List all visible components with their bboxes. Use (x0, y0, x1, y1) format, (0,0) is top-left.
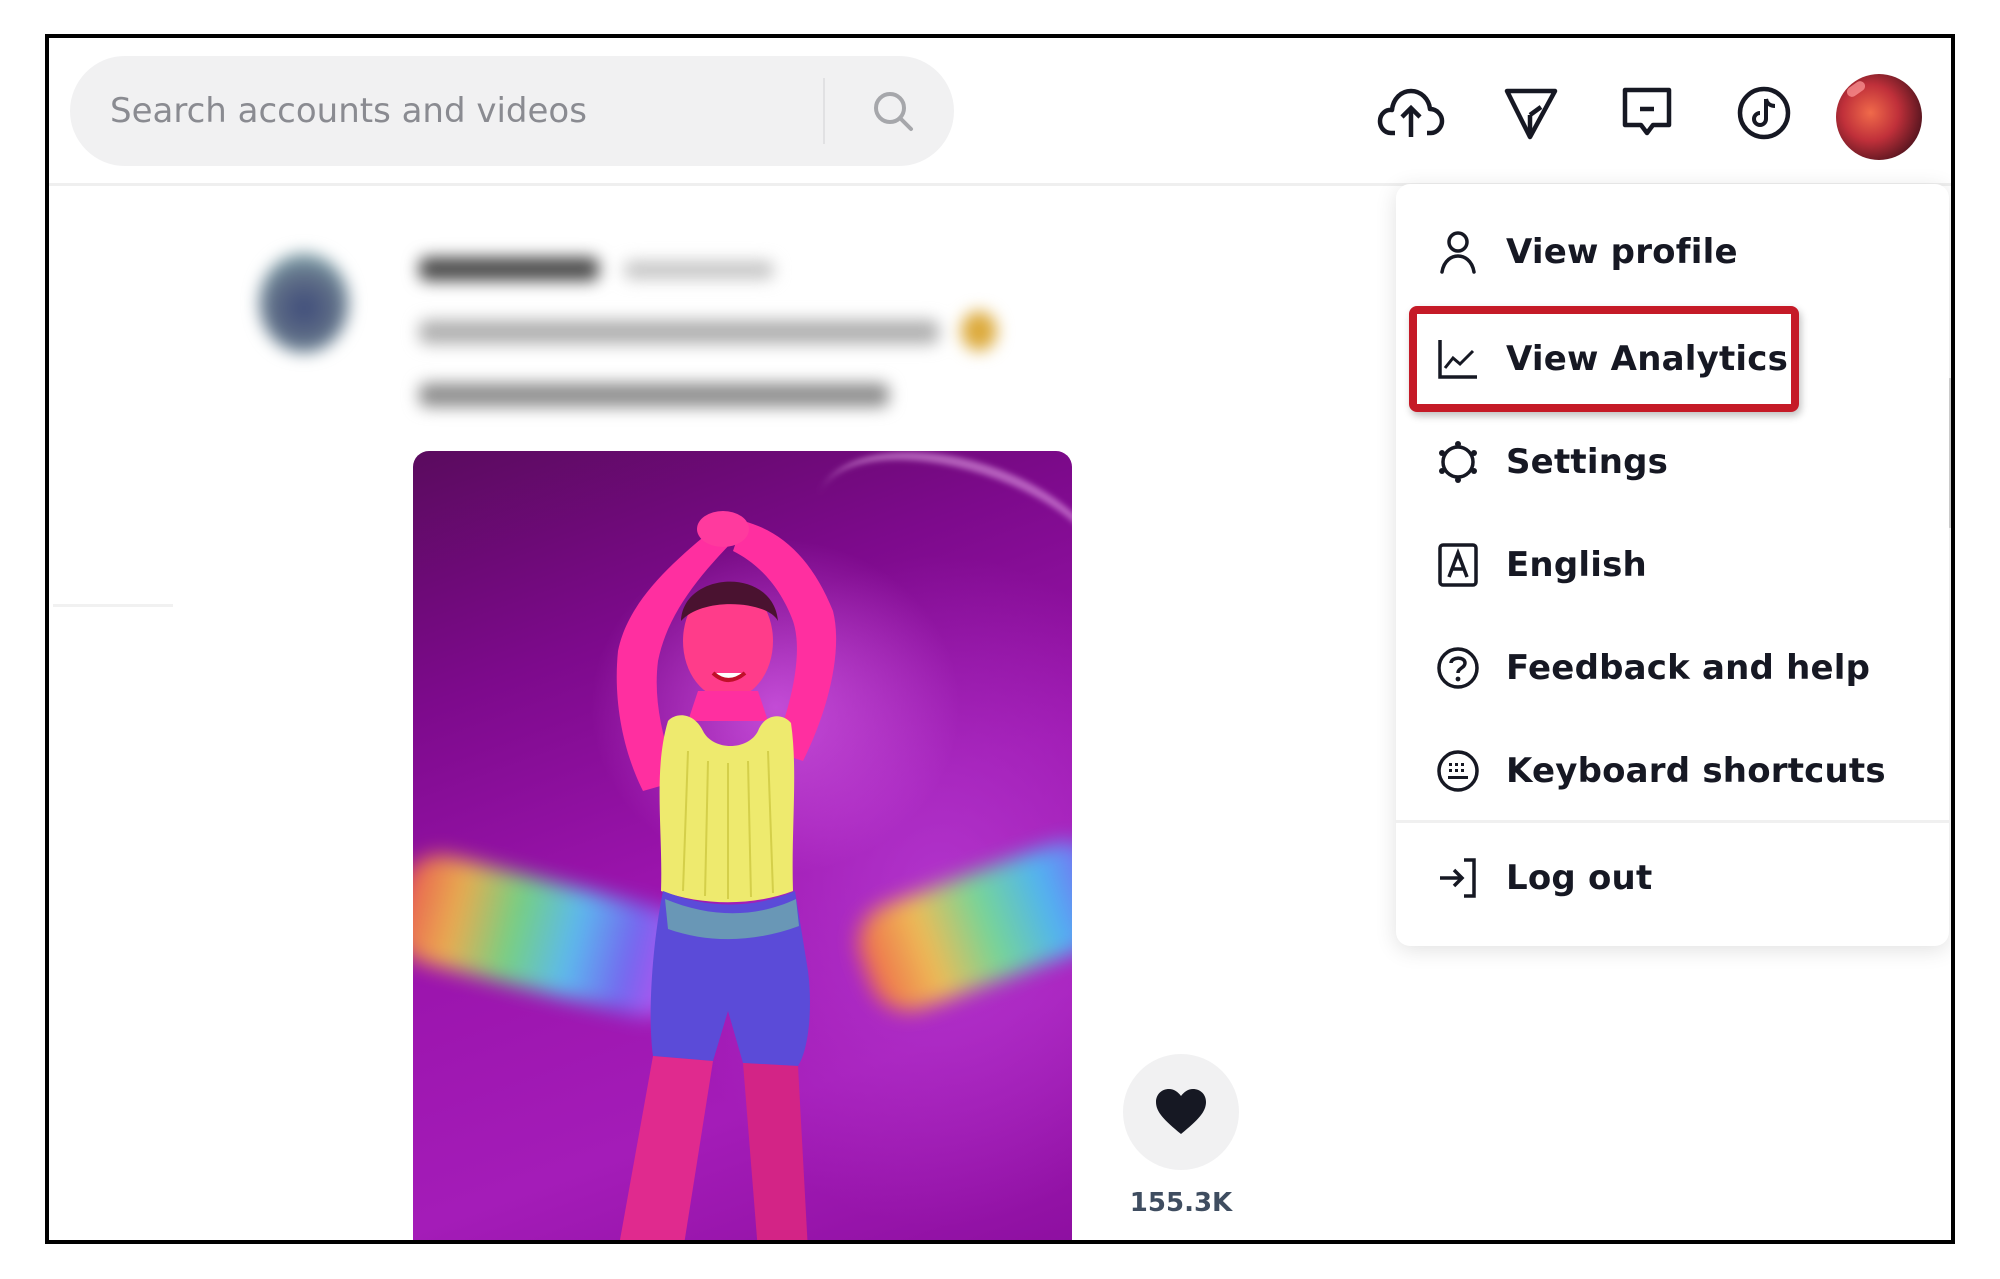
menu-item-settings[interactable]: Settings (1396, 414, 1949, 510)
inbox-icon (1622, 87, 1672, 136)
author-avatar[interactable] (259, 253, 349, 353)
menu-item-keyboard-shortcuts[interactable]: Keyboard shortcuts (1396, 723, 1949, 819)
music-track-blurred[interactable] (419, 383, 889, 407)
video-player[interactable] (413, 451, 1072, 1240)
menu-item-view-analytics[interactable]: View Analytics (1396, 311, 1949, 407)
menu-item-label: English (1506, 545, 1647, 585)
help-circle-icon (1436, 646, 1480, 690)
profile-dropdown-menu: View profile View Analytics Settings Eng… (1396, 184, 1949, 946)
tiktok-button[interactable] (1729, 78, 1799, 148)
menu-item-label: Log out (1506, 858, 1653, 898)
dancer-figure (616, 511, 837, 1240)
sidebar-divider (53, 604, 173, 607)
menu-item-label: View Analytics (1506, 339, 1789, 379)
inbox-button[interactable] (1612, 78, 1682, 148)
menu-divider (1396, 820, 1949, 823)
menu-item-view-profile[interactable]: View profile (1396, 204, 1949, 300)
heart-icon (1156, 1089, 1206, 1134)
browser-frame: 155.3K View profile View Analytics Setti… (45, 34, 1955, 1244)
analytics-chart-icon (1436, 337, 1480, 381)
post-caption-blurred (419, 320, 939, 344)
upload-icon (1377, 88, 1445, 137)
post-author-info-blurred (239, 223, 1059, 478)
search-divider (823, 78, 825, 144)
search-input[interactable] (70, 56, 790, 166)
user-avatar[interactable] (1836, 74, 1922, 160)
like-count: 155.3K (1129, 1188, 1233, 1218)
search-button[interactable] (843, 56, 943, 166)
search-icon (874, 92, 913, 131)
menu-item-logout[interactable]: Log out (1396, 830, 1949, 926)
menu-item-label: Keyboard shortcuts (1506, 751, 1886, 791)
menu-item-label: Settings (1506, 442, 1669, 482)
top-header (49, 38, 1951, 186)
keyboard-icon (1436, 749, 1480, 793)
menu-item-label: Feedback and help (1506, 648, 1871, 688)
menu-item-feedback-help[interactable]: Feedback and help (1396, 620, 1949, 716)
menu-item-label: View profile (1506, 232, 1738, 272)
send-icon (1504, 88, 1558, 140)
search-bar (70, 56, 954, 166)
upload-button[interactable] (1376, 78, 1446, 148)
tiktok-logo-icon (1737, 86, 1791, 140)
logout-icon (1436, 856, 1480, 900)
author-nickname-blurred (624, 261, 774, 279)
person-icon (1436, 230, 1480, 274)
author-username-blurred[interactable] (419, 257, 599, 281)
gear-icon (1436, 440, 1480, 484)
menu-item-language[interactable]: English (1396, 517, 1949, 613)
messages-button[interactable] (1496, 78, 1566, 148)
emoji-blurred (961, 311, 997, 351)
like-button[interactable] (1123, 1054, 1239, 1170)
language-icon (1436, 543, 1480, 587)
